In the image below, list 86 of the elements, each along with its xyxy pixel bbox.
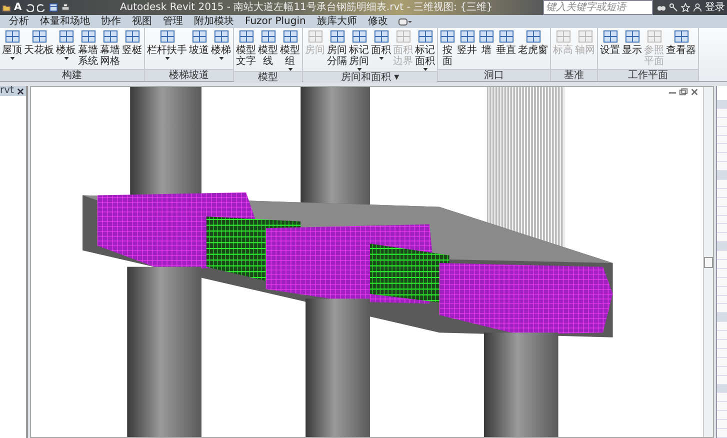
tool-icon bbox=[396, 29, 410, 44]
user-icon[interactable] bbox=[693, 3, 702, 12]
window-icon[interactable] bbox=[48, 3, 58, 12]
ribbon-tool-button[interactable]: 模型 文字 bbox=[235, 29, 257, 71]
restore-icon[interactable] bbox=[679, 88, 688, 96]
undo-icon[interactable] bbox=[24, 3, 34, 12]
ribbon-tool-button[interactable]: 竖井 bbox=[456, 29, 478, 69]
tool-icon bbox=[578, 29, 592, 44]
ribbon-group-label: 模型 bbox=[234, 71, 302, 83]
sign-in-link[interactable]: 登录 bbox=[705, 2, 725, 14]
ribbon-tool-button[interactable]: 标记 面积 bbox=[414, 29, 436, 71]
close-icon[interactable] bbox=[17, 88, 24, 94]
ribbon-tool-button[interactable]: 楼板 bbox=[55, 29, 77, 69]
ribbon-tool-button[interactable]: 设置 bbox=[599, 29, 621, 69]
ribbon-group-label: 洞口 bbox=[438, 69, 550, 81]
scrollbar[interactable] bbox=[703, 87, 713, 437]
ribbon-group-label: 工作平面 bbox=[598, 69, 698, 81]
ribbon-tab[interactable]: 修改 bbox=[366, 16, 389, 28]
ribbon-tool-button[interactable]: 坡道 bbox=[188, 29, 210, 69]
window-title: Autodesk Revit 2015 - 南站大道左幅11号承台钢筋明细表.rvt - 三维视图: {三维} bbox=[118, 2, 494, 14]
ribbon-tool-button[interactable]: 模型 线 bbox=[257, 29, 279, 71]
tool-icon bbox=[238, 29, 254, 44]
search-field[interactable]: 键入关键字或短语 bbox=[543, 0, 653, 15]
ribbon-group-label: 构建 bbox=[0, 69, 144, 81]
ribbon-tab[interactable]: 族库大师 bbox=[316, 16, 358, 28]
ribbon-tab[interactable]: 附加模块 bbox=[193, 16, 235, 28]
ribbon-tab[interactable]: 分析 bbox=[8, 16, 30, 28]
ribbon-tool-button[interactable]: 按 面 bbox=[439, 29, 456, 69]
ribbon-tab[interactable]: 视图 bbox=[131, 16, 153, 28]
printer-icon[interactable] bbox=[60, 3, 70, 12]
panel-toggle-icon[interactable] bbox=[398, 18, 412, 26]
tool-icon bbox=[674, 29, 688, 44]
ribbon-tool-button[interactable]: 标记 房间 bbox=[348, 29, 370, 71]
tool-icon bbox=[80, 29, 96, 44]
tool-icon bbox=[526, 29, 540, 44]
ribbon-tab[interactable]: 协作 bbox=[100, 16, 122, 28]
tool-icon bbox=[102, 29, 118, 44]
tool-icon bbox=[282, 29, 298, 44]
ribbon-group-label: 基准 bbox=[551, 69, 597, 81]
ribbon-tool-button[interactable]: 屋顶 bbox=[1, 29, 23, 69]
tool-icon bbox=[460, 29, 474, 44]
ribbon-tool-button[interactable]: 垂直 bbox=[495, 29, 517, 69]
redo-icon[interactable] bbox=[36, 3, 46, 12]
ribbon-group-label: 房间和面积 ▾ bbox=[303, 71, 437, 83]
tool-icon bbox=[479, 29, 494, 44]
ribbon-tool-button[interactable]: 竖梃 bbox=[121, 29, 143, 69]
tool-icon bbox=[32, 29, 46, 44]
folder-icon[interactable] bbox=[2, 3, 11, 12]
ribbon-tool-button[interactable]: 幕墙 网格 bbox=[99, 29, 121, 69]
close-icon[interactable] bbox=[690, 88, 699, 96]
tool-icon bbox=[308, 29, 322, 44]
tool-icon bbox=[602, 29, 618, 44]
tool-icon bbox=[624, 29, 640, 44]
ribbon-tool-button[interactable]: 显示 bbox=[621, 29, 643, 69]
tool-icon bbox=[192, 29, 206, 44]
tool-icon bbox=[374, 29, 388, 44]
ribbon-tool-button[interactable]: 老虎窗 bbox=[517, 29, 549, 69]
tool-icon bbox=[58, 29, 74, 44]
ribbon-tool-button[interactable]: 幕墙 系统 bbox=[77, 29, 99, 69]
tool-icon bbox=[556, 29, 570, 44]
ribbon-tool-button[interactable]: 墙 bbox=[478, 29, 495, 69]
ribbon-tool-button[interactable]: 查看器 bbox=[665, 29, 697, 69]
tool-icon bbox=[440, 29, 455, 44]
tool-icon bbox=[330, 29, 344, 44]
ribbon-tool-button[interactable]: 面积 bbox=[370, 29, 392, 71]
tool-icon bbox=[4, 29, 20, 44]
ribbon-tab[interactable]: 管理 bbox=[162, 16, 184, 28]
binoculars-icon[interactable] bbox=[657, 3, 666, 12]
ribbon-tool-button[interactable]: 房间 分隔 bbox=[326, 29, 348, 71]
tool-icon bbox=[124, 29, 140, 44]
tool-icon bbox=[260, 29, 276, 44]
tool-icon bbox=[498, 29, 514, 44]
ribbon-tab[interactable]: 体量和场地 bbox=[39, 16, 91, 28]
star-icon[interactable] bbox=[681, 3, 690, 12]
tool-icon bbox=[214, 29, 228, 44]
tool-icon bbox=[352, 29, 366, 44]
tool-icon bbox=[418, 29, 432, 44]
ribbon-tool-button[interactable]: 栏杆扶手 bbox=[146, 29, 188, 69]
ribbon-group-label: 楼梯坡道 bbox=[145, 69, 233, 81]
tool-icon bbox=[160, 29, 174, 44]
ribbon-tool-button[interactable]: 天花板 bbox=[23, 29, 55, 69]
text-tool[interactable]: A bbox=[14, 2, 22, 13]
ribbon-tool-button[interactable]: 楼梯 bbox=[210, 29, 232, 69]
ribbon-tab[interactable]: Fuzor Plugin bbox=[244, 16, 307, 28]
ribbon-tool-button[interactable]: 模型 组 bbox=[279, 29, 301, 71]
tool-icon bbox=[646, 29, 662, 44]
